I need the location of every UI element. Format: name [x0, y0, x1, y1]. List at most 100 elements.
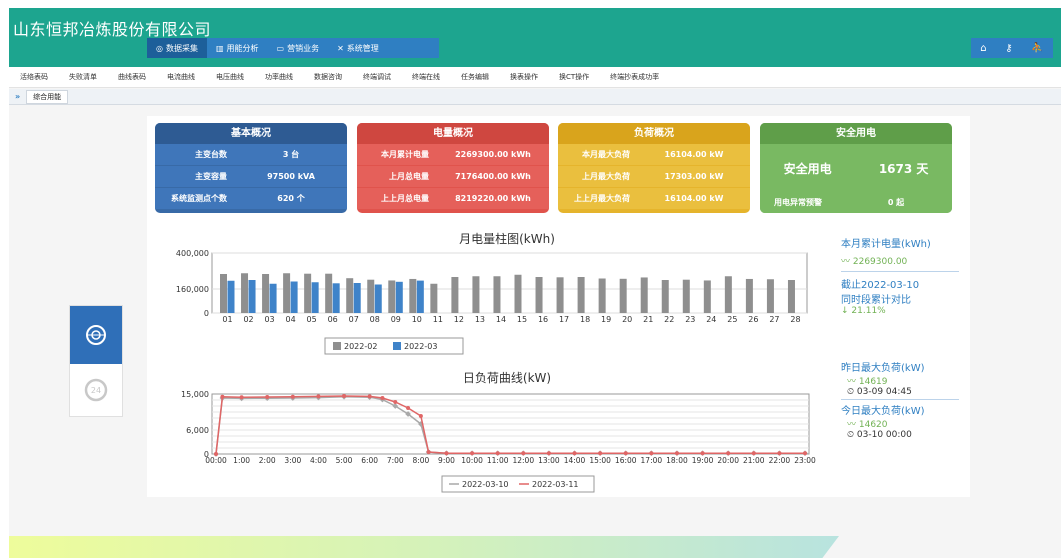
- subnav-item[interactable]: 电流曲线: [156, 72, 205, 82]
- subnav-item[interactable]: 终端在线: [401, 72, 450, 82]
- bar-2022-02-02: [241, 273, 249, 313]
- row-key: 上上月总电量: [381, 194, 429, 203]
- card-row: 用电异常预警 0 起: [760, 192, 952, 213]
- tools-icon: ✕: [337, 43, 344, 53]
- energy-mode-button[interactable]: [70, 306, 122, 364]
- bar-xtick-label: 18: [580, 315, 590, 324]
- row-key: 上月总电量: [389, 172, 429, 181]
- subnav-item[interactable]: 终端调试: [352, 72, 401, 82]
- nav-energy-analysis[interactable]: ▥ 用能分析: [207, 38, 268, 58]
- history-mode-button[interactable]: 24: [70, 364, 122, 416]
- user-icon[interactable]: ⛹: [1031, 43, 1043, 54]
- card-title: 基本概况: [155, 123, 347, 144]
- stat-time-text: 03-09 04:45: [856, 387, 912, 397]
- line-point-2022-03-11: [726, 451, 731, 456]
- subnav-item[interactable]: 任务编辑: [450, 72, 499, 82]
- line-point-2022-03-11: [239, 395, 244, 400]
- bar-2022-02-18: [577, 277, 585, 313]
- line-point-2022-03-11: [700, 451, 705, 456]
- line-point-2022-03-11: [751, 451, 756, 456]
- line-xtick-label: 12:00: [512, 456, 534, 465]
- bar-xtick-label: 01: [222, 315, 232, 324]
- line-xtick-label: 13:00: [538, 456, 560, 465]
- line-point-2022-03-11: [495, 451, 500, 456]
- line-point-2022-03-11: [674, 451, 679, 456]
- line-point-2022-03-11: [777, 451, 782, 456]
- line-xtick-label: 22:00: [769, 456, 791, 465]
- bar-2022-02-15: [514, 274, 522, 313]
- line-point-2022-03-11: [380, 396, 385, 400]
- line-xtick-label: 20:00: [717, 456, 739, 465]
- subnav-item[interactable]: 曲线表码: [107, 72, 156, 82]
- bar-2022-03-03: [269, 283, 277, 313]
- bar-xtick-label: 26: [748, 315, 758, 324]
- nav-label: 用能分析: [226, 43, 259, 53]
- row-value: 2269300.00 kWh: [455, 150, 531, 159]
- sub-nav: 活络表码 失败清单 曲线表码 电流曲线 电压曲线 功率曲线 数据咨询 终端调试 …: [9, 67, 1061, 88]
- line-legend-label: 2022-03-10: [462, 480, 509, 489]
- subnav-item[interactable]: 功率曲线: [254, 72, 303, 82]
- nav-label: 数据采集: [165, 43, 198, 53]
- line-xtick-label: 9:00: [438, 456, 455, 465]
- stat-label: 本月累计电量(kWh): [841, 239, 931, 250]
- subnav-item[interactable]: 失败清单: [58, 72, 107, 82]
- line-point-2022-03-11: [265, 395, 270, 399]
- main-nav: ◎ 数据采集 ▥ 用能分析 ▭ 营销业务 ✕ 系统管理: [147, 38, 439, 58]
- safety-label: 安全用电: [783, 161, 832, 176]
- bar-xtick-label: 28: [790, 315, 800, 324]
- bar-2022-02-12: [451, 277, 459, 313]
- tab-comprehensive-energy[interactable]: 综合用能: [26, 89, 69, 104]
- line-xtick-label: 19:00: [692, 456, 714, 465]
- bar-xtick-label: 22: [664, 315, 674, 324]
- subnav-item[interactable]: 电压曲线: [205, 72, 254, 82]
- bar-2022-02-04: [283, 273, 291, 313]
- subnav-item[interactable]: 活络表码: [9, 72, 58, 82]
- bar-xtick-label: 11: [433, 315, 443, 324]
- card-title: 电量概况: [357, 123, 549, 144]
- card-row: 系统监测点个数 620 个: [155, 188, 347, 209]
- row-key: 本月累计电量: [381, 150, 429, 159]
- nav-label: 营销业务: [287, 43, 320, 53]
- bar-ytick-label: 400,000: [176, 249, 209, 258]
- line-xtick-label: 6:00: [361, 456, 378, 465]
- bar-2022-03-05: [311, 282, 319, 313]
- nav-data-collection[interactable]: ◎ 数据采集: [147, 38, 207, 58]
- expand-arrow-icon[interactable]: »: [9, 92, 26, 101]
- bar-2022-02-05: [304, 273, 312, 313]
- line-point-2022-03-11: [426, 450, 431, 454]
- nav-marketing[interactable]: ▭ 营销业务: [268, 38, 329, 58]
- bar-xtick-label: 13: [475, 315, 485, 324]
- bar-2022-02-23: [682, 279, 690, 313]
- key-icon[interactable]: ⚷: [1005, 43, 1012, 54]
- card-title: 安全用电: [760, 123, 952, 144]
- row-value: 620 个: [277, 194, 305, 203]
- subnav-item[interactable]: 换表操作: [499, 72, 548, 82]
- stat-number: 14619: [858, 377, 888, 387]
- line-xtick-label: 4:00: [310, 456, 327, 465]
- bar-2022-03-01: [227, 280, 235, 313]
- subnav-item[interactable]: 终端抄表成功率: [599, 72, 669, 82]
- row-key: 用电异常预警: [774, 198, 822, 207]
- line-xtick-label: 7:00: [387, 456, 404, 465]
- row-value: 17303.00 kW: [664, 172, 724, 181]
- stat-value: 〰 14620: [841, 417, 959, 430]
- bar-xtick-label: 10: [412, 315, 422, 324]
- subnav-item[interactable]: 数据咨询: [303, 72, 352, 82]
- line-point-2022-03-11: [393, 400, 398, 404]
- row-value: 16104.00 kW: [664, 194, 724, 203]
- subnav-item[interactable]: 换CT操作: [548, 72, 599, 82]
- line-xtick-label: 3:00: [284, 456, 301, 465]
- safety-days: 安全用电 1673 天: [760, 144, 952, 192]
- clock-icon: ⏲: [847, 387, 857, 397]
- line-xtick-label: 18:00: [666, 456, 688, 465]
- card-energy-overview: 电量概况 本月累计电量 2269300.00 kWh 上月总电量 7176400.0…: [357, 123, 549, 213]
- home-icon[interactable]: ⌂: [980, 43, 986, 54]
- line-xtick-label: 10:00: [461, 456, 483, 465]
- trend-icon: 〰: [847, 377, 859, 387]
- line-point-2022-03-11: [546, 451, 551, 456]
- bar-2022-02-22: [661, 280, 669, 313]
- clock-24-icon: 24: [84, 378, 108, 402]
- bar-2022-02-13: [472, 276, 480, 313]
- nav-system-admin[interactable]: ✕ 系统管理: [328, 38, 388, 58]
- line-point-2022-03-11: [367, 394, 372, 399]
